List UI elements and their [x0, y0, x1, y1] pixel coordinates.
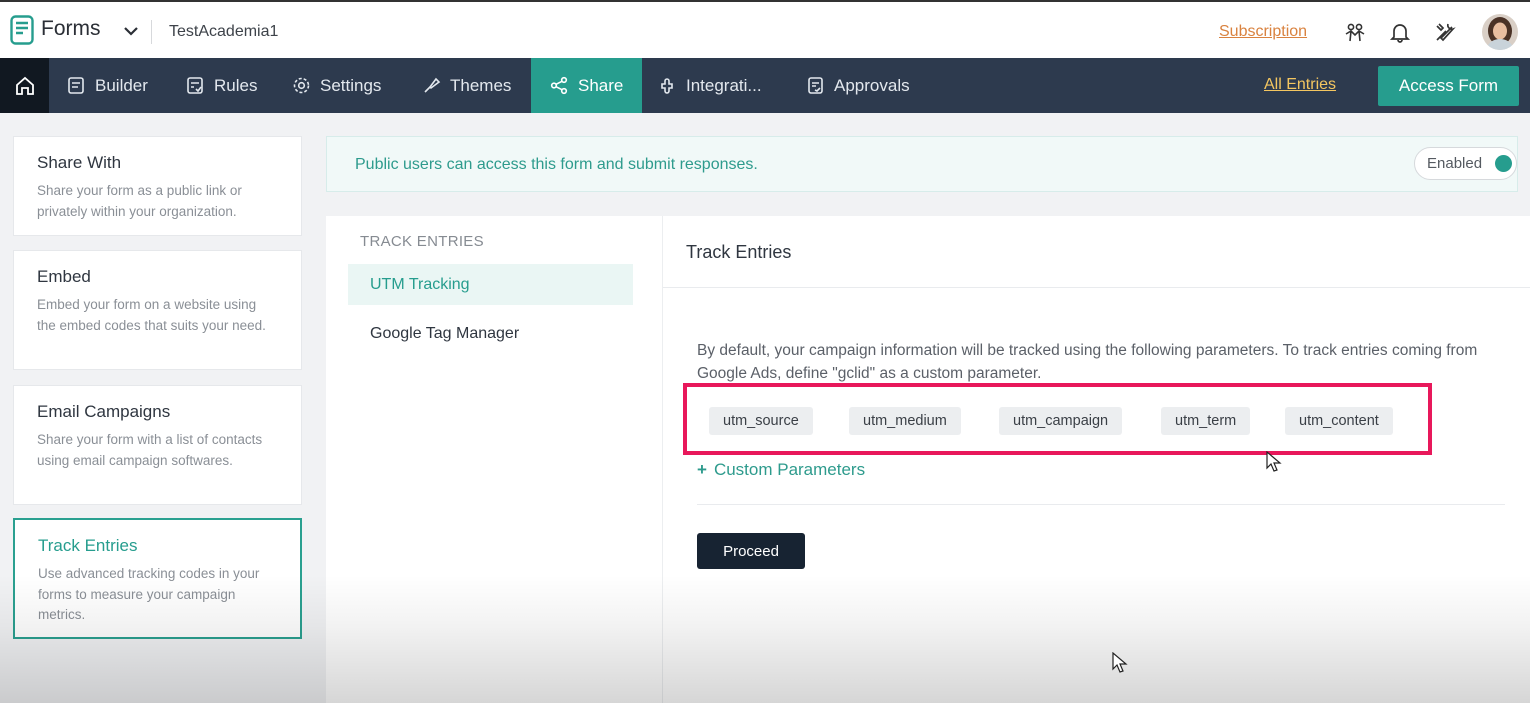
tab-settings-label: Settings: [320, 75, 382, 95]
tab-integrations-label: Integrati...: [686, 75, 762, 95]
share-option-share-with[interactable]: Share With Share your form as a public l…: [13, 136, 302, 236]
approvals-icon: [808, 77, 823, 94]
toggle-knob-icon: [1495, 155, 1512, 172]
panel-title: Track Entries: [686, 242, 792, 262]
param-chip-utm-medium[interactable]: utm_medium: [849, 407, 961, 435]
share-option-desc: Share your form as a public link or priv…: [37, 183, 242, 219]
tab-integrations[interactable]: Integrati...: [658, 58, 762, 113]
tab-share[interactable]: Share: [531, 58, 643, 113]
divider: [697, 504, 1505, 505]
subscription-link[interactable]: Subscription: [1219, 23, 1307, 41]
track-menu-heading: TRACK ENTRIES: [360, 233, 484, 250]
track-entries-menu: TRACK ENTRIES UTM Tracking Google Tag Ma…: [326, 216, 663, 703]
enabled-toggle-label: Enabled: [1427, 155, 1483, 172]
home-icon: [15, 76, 34, 95]
menu-item-utm-tracking[interactable]: UTM Tracking: [348, 264, 633, 305]
tab-share-label: Share: [578, 75, 624, 95]
share-option-title: Share With: [37, 153, 122, 172]
avatar[interactable]: [1482, 14, 1518, 50]
form-name: TestAcademia1: [169, 23, 279, 40]
enabled-toggle[interactable]: Enabled: [1414, 147, 1517, 180]
share-option-desc: Embed your form on a website using the e…: [37, 297, 266, 333]
divider: [663, 287, 1530, 288]
custom-parameters-label: Custom Parameters: [713, 460, 866, 479]
public-access-notice: Public users can access this form and su…: [326, 136, 1518, 192]
access-form-button[interactable]: Access Form: [1378, 66, 1519, 106]
tab-settings[interactable]: Settings: [292, 58, 381, 113]
share-option-desc: Use advanced tracking codes in your form…: [38, 566, 260, 622]
all-entries-link[interactable]: All Entries: [1264, 76, 1336, 94]
param-chip-utm-term[interactable]: utm_term: [1161, 407, 1251, 435]
integrations-icon: [661, 78, 673, 94]
notice-text: Public users can access this form and su…: [355, 156, 758, 173]
tab-themes[interactable]: Themes: [422, 58, 511, 113]
share-option-desc: Share your form with a list of contacts …: [37, 432, 263, 468]
tab-rules-label: Rules: [214, 75, 258, 95]
track-entries-panel: Track Entries By default, your campaign …: [663, 216, 1530, 703]
rules-icon: [187, 77, 203, 94]
tab-rules[interactable]: Rules: [186, 58, 257, 113]
main-nav: Builder Rules Settings Themes Share Inte…: [0, 58, 1530, 113]
share-option-title: Embed: [37, 267, 91, 286]
builder-icon: [68, 77, 84, 94]
tab-builder[interactable]: Builder: [67, 58, 148, 113]
top-bar: Forms TestAcademia1 Subscription: [0, 0, 1530, 58]
panel-description: By default, your campaign information wi…: [697, 342, 1478, 382]
share-option-email-campaigns[interactable]: Email Campaigns Share your form with a l…: [13, 385, 302, 505]
share-icon: [550, 76, 568, 95]
themes-icon: [424, 77, 441, 93]
plus-icon: +: [697, 460, 707, 479]
add-custom-parameters-button[interactable]: + Custom Parameters: [697, 460, 865, 480]
gear-icon: [293, 77, 310, 94]
team-icon[interactable]: [1344, 21, 1366, 43]
tab-approvals-label: Approvals: [834, 75, 910, 95]
share-option-embed[interactable]: Embed Embed your form on a website using…: [13, 250, 302, 370]
share-option-track-entries[interactable]: Track Entries Use advanced tracking code…: [13, 518, 302, 639]
tools-icon[interactable]: [1434, 21, 1456, 43]
param-chip-utm-campaign[interactable]: utm_campaign: [999, 407, 1123, 435]
param-chip-utm-content[interactable]: utm_content: [1285, 407, 1393, 435]
divider: [151, 20, 152, 44]
menu-item-google-tag-manager[interactable]: Google Tag Manager: [348, 313, 633, 354]
param-chip-utm-source[interactable]: utm_source: [709, 407, 813, 435]
bell-icon[interactable]: [1389, 21, 1411, 43]
chevron-down-icon[interactable]: [123, 25, 139, 37]
proceed-button[interactable]: Proceed: [697, 533, 805, 569]
tab-approvals[interactable]: Approvals: [806, 58, 910, 113]
forms-logo-icon: [10, 15, 34, 45]
tab-builder-label: Builder: [95, 75, 148, 95]
share-option-title: Track Entries: [38, 536, 138, 555]
app-name[interactable]: Forms: [41, 17, 101, 41]
tab-themes-label: Themes: [450, 75, 512, 95]
share-option-title: Email Campaigns: [37, 402, 171, 421]
home-button[interactable]: [0, 58, 49, 113]
